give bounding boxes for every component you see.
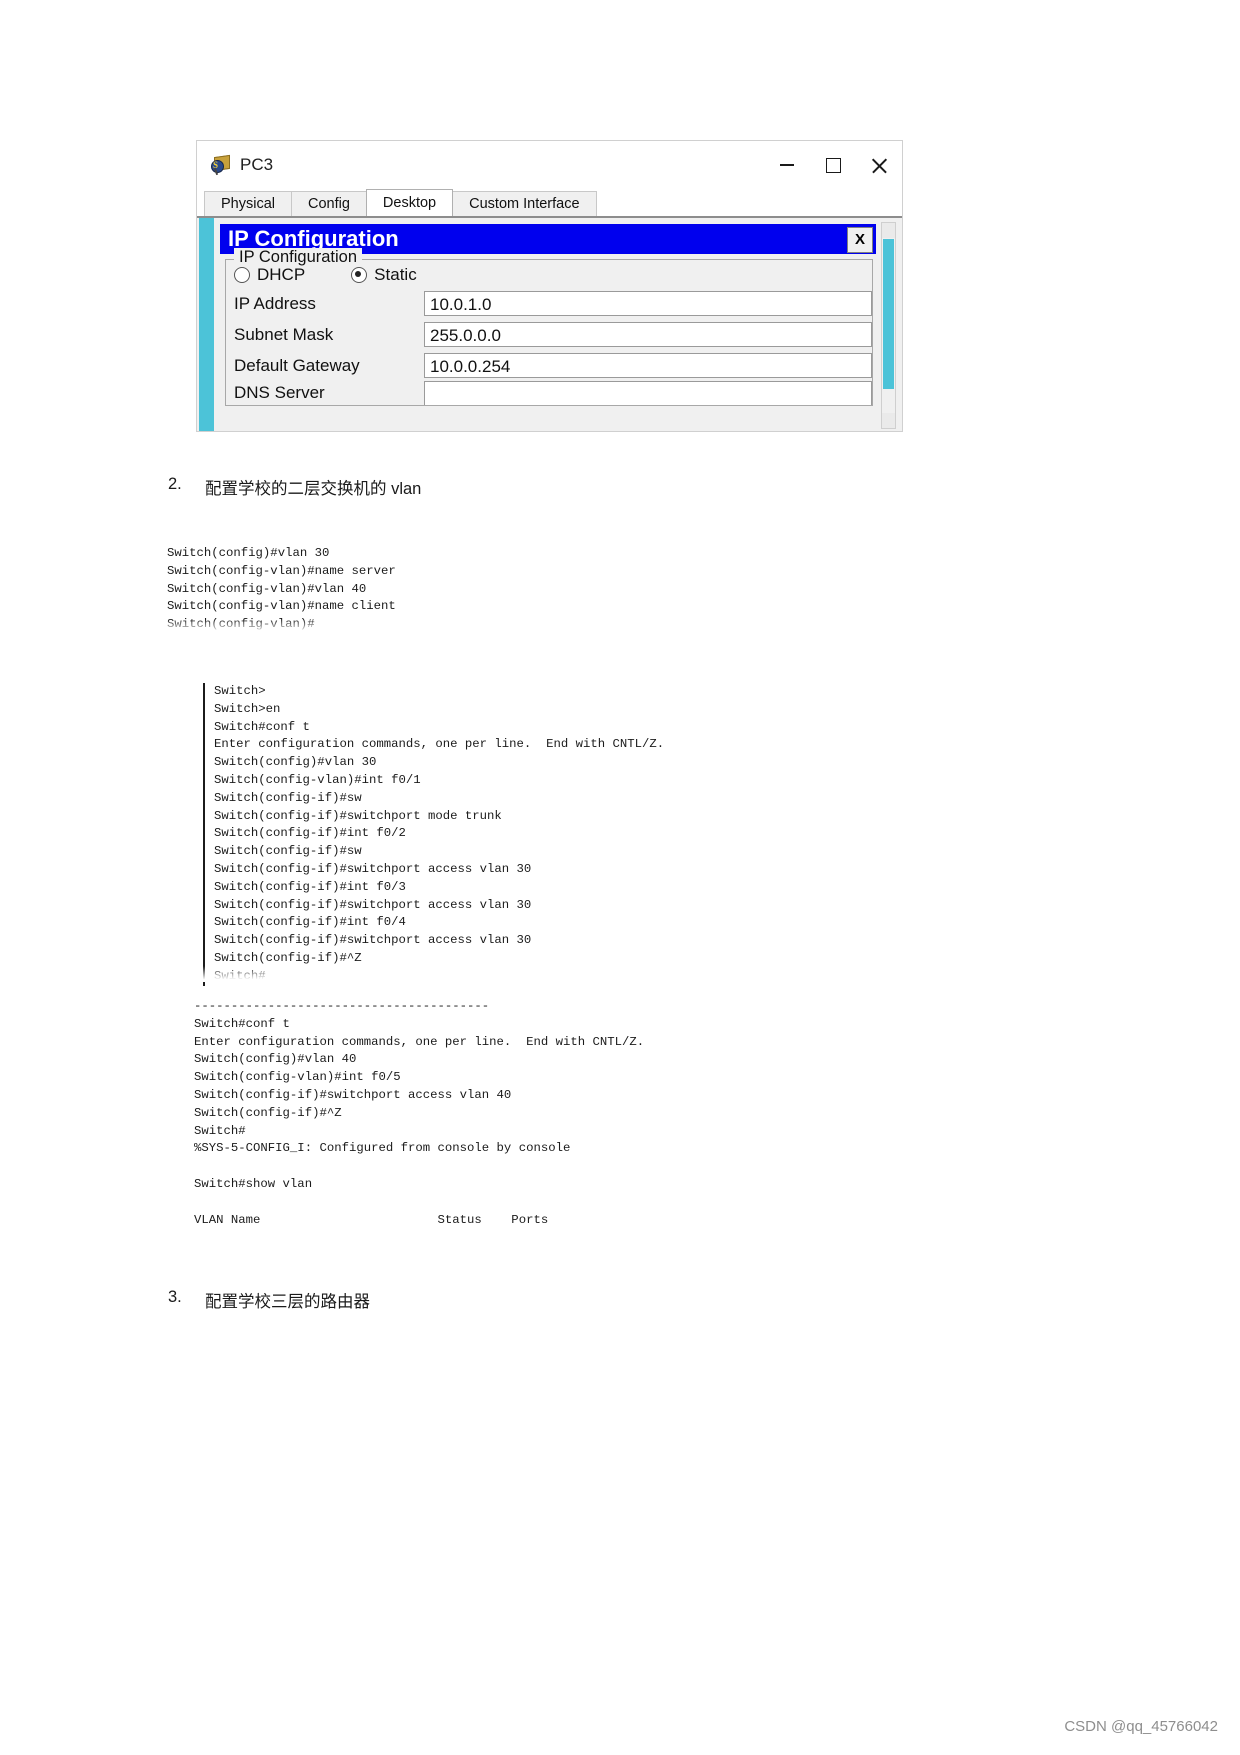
terminal-output-block-1: Switch(config)#vlan 30 Switch(config-vla… [167, 546, 396, 632]
dhcp-radio[interactable] [234, 267, 250, 283]
dns-server-input[interactable] [424, 381, 872, 405]
ip-configuration-close-button[interactable]: X [847, 227, 873, 253]
ip-address-label: IP Address [234, 293, 316, 313]
ip-configuration-group: IP Configuration DHCP Static IP Address … [225, 248, 873, 406]
heading-3-text: 配置学校三层的路由器 [205, 1293, 370, 1311]
default-gateway-row: Default Gateway 10.0.0.254 [226, 350, 872, 381]
dhcp-label: DHCP [257, 265, 306, 284]
terminal-output-block-2: Switch> Switch>en Switch#conf t Enter co… [203, 683, 664, 986]
default-gateway-label: Default Gateway [234, 355, 360, 375]
subnet-mask-input[interactable]: 255.0.0.0 [424, 322, 872, 347]
ip-configuration-group-legend: IP Configuration [234, 248, 363, 267]
dns-server-label: DNS Server [234, 383, 325, 402]
tab-config[interactable]: Config [291, 191, 367, 216]
static-radio[interactable] [351, 267, 368, 283]
terminal-output-block-3: ----------------------------------------… [194, 999, 645, 1227]
minimize-button[interactable] [764, 141, 810, 189]
workspace-scrollbar[interactable] [881, 222, 896, 429]
csdn-watermark: CSDN @qq_45766042 [1064, 1718, 1218, 1735]
scrollbar-thumb[interactable] [883, 239, 894, 389]
subnet-mask-row: Subnet Mask 255.0.0.0 [226, 319, 872, 350]
close-window-button[interactable] [856, 141, 902, 189]
workspace-left-accent [199, 218, 214, 431]
window-title: PC3 [240, 155, 274, 174]
maximize-button[interactable] [810, 141, 856, 189]
static-label: Static [374, 265, 417, 284]
ip-address-input[interactable]: 10.0.1.0 [424, 291, 872, 316]
dns-server-row: DNS Server [226, 381, 872, 405]
tab-custom-interface[interactable]: Custom Interface [452, 191, 597, 216]
tab-physical[interactable]: Physical [204, 191, 292, 216]
heading-2-text: 配置学校的二层交换机的 vlan [205, 480, 422, 498]
packet-tracer-pc-icon: S [211, 154, 231, 176]
ip-configuration-panel: IP Configuration X IP Configuration DHCP… [220, 224, 876, 431]
device-tabs: Physical Config Desktop Custom Interface [197, 189, 902, 216]
window-titlebar: S PC3 [197, 141, 902, 189]
subnet-mask-label: Subnet Mask [234, 324, 334, 344]
packet-tracer-device-window: S PC3 Physical Config Desktop Custom Int… [196, 140, 903, 432]
desktop-workspace: IP Configuration X IP Configuration DHCP… [197, 216, 902, 431]
ip-address-row: IP Address 10.0.1.0 [226, 288, 872, 319]
tab-desktop[interactable]: Desktop [365, 189, 454, 216]
window-controls [764, 141, 902, 189]
default-gateway-input[interactable]: 10.0.0.254 [424, 353, 872, 378]
scroll-down-button[interactable] [882, 413, 895, 428]
heading-3-number: 3. [168, 1288, 182, 1306]
scroll-up-button[interactable] [882, 223, 895, 238]
heading-2-number: 2. [168, 475, 182, 493]
